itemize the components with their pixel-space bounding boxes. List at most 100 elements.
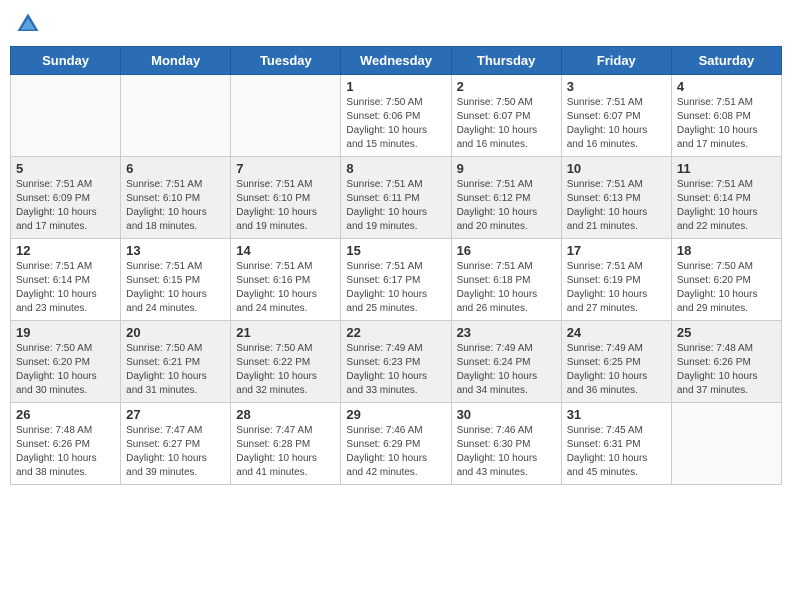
day-cell-9: 9Sunrise: 7:51 AM Sunset: 6:12 PM Daylig…	[451, 157, 561, 239]
day-info: Sunrise: 7:49 AM Sunset: 6:24 PM Dayligh…	[457, 342, 556, 398]
day-info: Sunrise: 7:47 AM Sunset: 6:28 PM Dayligh…	[236, 424, 335, 480]
day-number: 3	[567, 79, 666, 94]
empty-cell	[231, 75, 341, 157]
day-info: Sunrise: 7:51 AM Sunset: 6:11 PM Dayligh…	[346, 178, 445, 234]
day-info: Sunrise: 7:51 AM Sunset: 6:17 PM Dayligh…	[346, 260, 445, 316]
day-info: Sunrise: 7:50 AM Sunset: 6:20 PM Dayligh…	[16, 342, 115, 398]
day-info: Sunrise: 7:47 AM Sunset: 6:27 PM Dayligh…	[126, 424, 225, 480]
day-info: Sunrise: 7:51 AM Sunset: 6:14 PM Dayligh…	[16, 260, 115, 316]
day-number: 11	[677, 161, 776, 176]
day-cell-13: 13 Sunrise: 7:51 AM Sunset: 6:15 PM Dayli…	[121, 239, 231, 321]
day-info: Sunrise: 7:51 AM Sunset: 6:18 PM Dayligh…	[457, 260, 556, 316]
day-number: 31	[567, 407, 666, 422]
day-cell-12: 12Sunrise: 7:51 AM Sunset: 6:14 PM Dayli…	[11, 239, 121, 321]
week-row-2: 5 Sunrise: 7:51 AM Sunset: 6:09 PM Daylig…	[11, 157, 782, 239]
day-info: Sunrise: 7:46 AM Sunset: 6:30 PM Dayligh…	[457, 424, 556, 480]
weekday-header-sunday: Sunday	[11, 47, 121, 75]
weekday-header-tuesday: Tuesday	[231, 47, 341, 75]
weekday-header-saturday: Saturday	[671, 47, 781, 75]
day-number: 25	[677, 325, 776, 340]
day-number: 13	[126, 243, 225, 258]
day-cell-10: 10Sunrise: 7:51 AM Sunset: 6:13 PM Dayli…	[561, 157, 671, 239]
weekday-header-friday: Friday	[561, 47, 671, 75]
day-cell-6: 6 Sunrise: 7:51 AM Sunset: 6:10 PM Daylig…	[121, 157, 231, 239]
day-number: 15	[346, 243, 445, 258]
day-info: Sunrise: 7:51 AM Sunset: 6:10 PM Dayligh…	[236, 178, 335, 234]
day-info: Sunrise: 7:50 AM Sunset: 6:06 PM Dayligh…	[346, 96, 445, 152]
day-cell-28: 28 Sunrise: 7:47 AM Sunset: 6:28 PM Dayli…	[231, 403, 341, 485]
day-cell-25: 25 Sunrise: 7:48 AM Sunset: 6:26 PM Dayli…	[671, 321, 781, 403]
day-cell-23: 23 Sunrise: 7:49 AM Sunset: 6:24 PM Dayli…	[451, 321, 561, 403]
logo	[14, 10, 46, 38]
day-cell-21: 21Sunrise: 7:50 AM Sunset: 6:22 PM Dayli…	[231, 321, 341, 403]
day-number: 1	[346, 79, 445, 94]
day-number: 21	[236, 325, 335, 340]
day-number: 6	[126, 161, 225, 176]
day-cell-3: 3 Sunrise: 7:51 AM Sunset: 6:07 PM Daylig…	[561, 75, 671, 157]
week-row-4: 19 Sunrise: 7:50 AM Sunset: 6:20 PM Dayli…	[11, 321, 782, 403]
day-number: 23	[457, 325, 556, 340]
day-info: Sunrise: 7:51 AM Sunset: 6:12 PM Dayligh…	[457, 178, 556, 234]
day-info: Sunrise: 7:51 AM Sunset: 6:19 PM Dayligh…	[567, 260, 666, 316]
day-info: Sunrise: 7:50 AM Sunset: 6:20 PM Dayligh…	[677, 260, 776, 316]
logo-icon	[14, 10, 42, 38]
day-cell-8: 8 Sunrise: 7:51 AM Sunset: 6:11 PM Daylig…	[341, 157, 451, 239]
day-cell-31: 31 Sunrise: 7:45 AM Sunset: 6:31 PM Dayli…	[561, 403, 671, 485]
day-info: Sunrise: 7:51 AM Sunset: 6:08 PM Dayligh…	[677, 96, 776, 152]
week-row-5: 26 Sunrise: 7:48 AM Sunset: 6:26 PM Dayli…	[11, 403, 782, 485]
day-cell-7: 7 Sunrise: 7:51 AM Sunset: 6:10 PM Daylig…	[231, 157, 341, 239]
day-info: Sunrise: 7:51 AM Sunset: 6:13 PM Dayligh…	[567, 178, 666, 234]
header	[10, 10, 782, 38]
day-cell-4: 4 Sunrise: 7:51 AM Sunset: 6:08 PM Daylig…	[671, 75, 781, 157]
day-number: 8	[346, 161, 445, 176]
empty-cell	[671, 403, 781, 485]
day-info: Sunrise: 7:50 AM Sunset: 6:21 PM Dayligh…	[126, 342, 225, 398]
day-info: Sunrise: 7:49 AM Sunset: 6:25 PM Dayligh…	[567, 342, 666, 398]
day-cell-16: 16 Sunrise: 7:51 AM Sunset: 6:18 PM Dayli…	[451, 239, 561, 321]
weekday-header-thursday: Thursday	[451, 47, 561, 75]
day-number: 28	[236, 407, 335, 422]
day-cell-30: 30 Sunrise: 7:46 AM Sunset: 6:30 PM Dayli…	[451, 403, 561, 485]
empty-cell	[11, 75, 121, 157]
day-cell-24: 24Sunrise: 7:49 AM Sunset: 6:25 PM Dayli…	[561, 321, 671, 403]
day-cell-5: 5 Sunrise: 7:51 AM Sunset: 6:09 PM Daylig…	[11, 157, 121, 239]
day-number: 16	[457, 243, 556, 258]
day-info: Sunrise: 7:51 AM Sunset: 6:16 PM Dayligh…	[236, 260, 335, 316]
day-number: 4	[677, 79, 776, 94]
day-info: Sunrise: 7:51 AM Sunset: 6:10 PM Dayligh…	[126, 178, 225, 234]
day-number: 30	[457, 407, 556, 422]
day-cell-29: 29Sunrise: 7:46 AM Sunset: 6:29 PM Dayli…	[341, 403, 451, 485]
day-info: Sunrise: 7:48 AM Sunset: 6:26 PM Dayligh…	[677, 342, 776, 398]
calendar-table: SundayMondayTuesdayWednesdayThursdayFrid…	[10, 46, 782, 485]
day-info: Sunrise: 7:51 AM Sunset: 6:15 PM Dayligh…	[126, 260, 225, 316]
day-cell-2: 2Sunrise: 7:50 AM Sunset: 6:07 PM Daylig…	[451, 75, 561, 157]
day-cell-1: 1 Sunrise: 7:50 AM Sunset: 6:06 PM Daylig…	[341, 75, 451, 157]
day-info: Sunrise: 7:51 AM Sunset: 6:07 PM Dayligh…	[567, 96, 666, 152]
day-number: 5	[16, 161, 115, 176]
day-number: 14	[236, 243, 335, 258]
day-cell-14: 14 Sunrise: 7:51 AM Sunset: 6:16 PM Dayli…	[231, 239, 341, 321]
day-number: 19	[16, 325, 115, 340]
day-info: Sunrise: 7:51 AM Sunset: 6:09 PM Dayligh…	[16, 178, 115, 234]
day-info: Sunrise: 7:49 AM Sunset: 6:23 PM Dayligh…	[346, 342, 445, 398]
day-cell-20: 20 Sunrise: 7:50 AM Sunset: 6:21 PM Dayli…	[121, 321, 231, 403]
day-info: Sunrise: 7:48 AM Sunset: 6:26 PM Dayligh…	[16, 424, 115, 480]
weekday-header-wednesday: Wednesday	[341, 47, 451, 75]
day-number: 7	[236, 161, 335, 176]
day-cell-19: 19 Sunrise: 7:50 AM Sunset: 6:20 PM Dayli…	[11, 321, 121, 403]
week-row-1: 1 Sunrise: 7:50 AM Sunset: 6:06 PM Daylig…	[11, 75, 782, 157]
day-info: Sunrise: 7:45 AM Sunset: 6:31 PM Dayligh…	[567, 424, 666, 480]
day-number: 20	[126, 325, 225, 340]
day-number: 17	[567, 243, 666, 258]
day-number: 29	[346, 407, 445, 422]
day-cell-15: 15 Sunrise: 7:51 AM Sunset: 6:17 PM Dayli…	[341, 239, 451, 321]
day-number: 27	[126, 407, 225, 422]
week-row-3: 12Sunrise: 7:51 AM Sunset: 6:14 PM Dayli…	[11, 239, 782, 321]
day-number: 26	[16, 407, 115, 422]
day-cell-17: 17 Sunrise: 7:51 AM Sunset: 6:19 PM Dayli…	[561, 239, 671, 321]
day-cell-11: 11Sunrise: 7:51 AM Sunset: 6:14 PM Dayli…	[671, 157, 781, 239]
day-cell-26: 26 Sunrise: 7:48 AM Sunset: 6:26 PM Dayli…	[11, 403, 121, 485]
day-info: Sunrise: 7:50 AM Sunset: 6:07 PM Dayligh…	[457, 96, 556, 152]
day-cell-18: 18 Sunrise: 7:50 AM Sunset: 6:20 PM Dayli…	[671, 239, 781, 321]
day-number: 18	[677, 243, 776, 258]
